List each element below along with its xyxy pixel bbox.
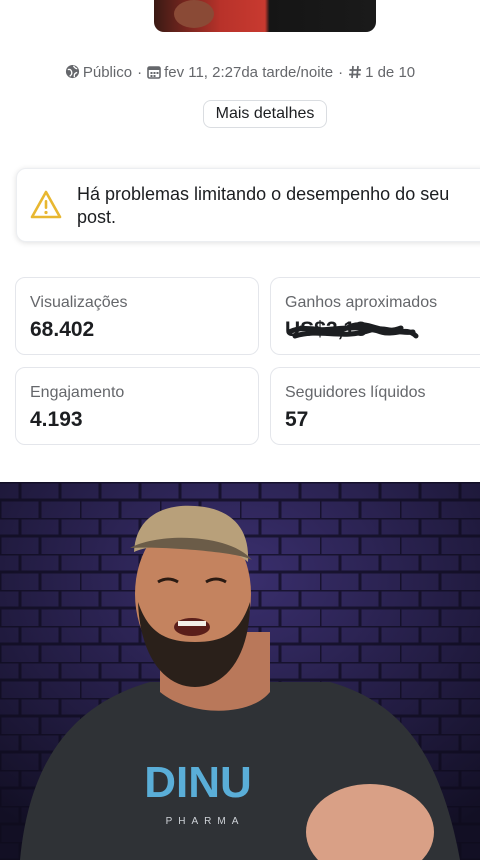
stat-card-followers[interactable]: Seguidores líquidos 57 xyxy=(270,367,480,445)
warning-text: Há problemas limitando o desempenho do s… xyxy=(77,184,450,227)
more-details-button[interactable]: Mais detalhes xyxy=(203,100,327,128)
followers-label: Seguidores líquidos xyxy=(285,384,426,401)
post-thumbnail[interactable] xyxy=(154,0,376,32)
warning-triangle-icon xyxy=(29,189,63,226)
engagement-label: Engajamento xyxy=(30,384,125,401)
views-value: 68.402 xyxy=(30,318,95,341)
views-label: Visualizações xyxy=(30,294,128,311)
shirt-subtext: PHARMA xyxy=(166,816,245,827)
shirt-logo: DINU xyxy=(144,758,252,807)
followers-value: 57 xyxy=(285,408,309,431)
video-player[interactable]: DINU PHARMA xyxy=(0,482,480,860)
calendar-icon xyxy=(147,65,161,83)
stat-card-earnings[interactable]: Ganhos aproximados US$2,13 xyxy=(270,277,480,355)
performance-warning-card[interactable]: Há problemas limitando o desempenho do s… xyxy=(16,168,480,242)
post-position: 1 de 10 xyxy=(365,64,416,81)
video-frame: DINU PHARMA xyxy=(0,482,480,860)
post-meta-line: Público · fev 11, 2:27da tarde/noite · 1 d… xyxy=(0,64,480,83)
earnings-label: Ganhos aproximados xyxy=(285,294,438,311)
visibility-label: Público xyxy=(82,64,133,81)
redaction-scribble xyxy=(286,322,419,339)
stat-card-engagement[interactable]: Engajamento 4.193 xyxy=(15,367,259,445)
hashtag-icon xyxy=(348,65,362,83)
engagement-value: 4.193 xyxy=(30,408,83,431)
globe-icon xyxy=(65,64,80,83)
post-date: fev 11, 2:27da tarde/noite xyxy=(164,64,334,81)
stat-card-views[interactable]: Visualizações 68.402 xyxy=(15,277,259,355)
thumbnail-face xyxy=(174,0,214,28)
